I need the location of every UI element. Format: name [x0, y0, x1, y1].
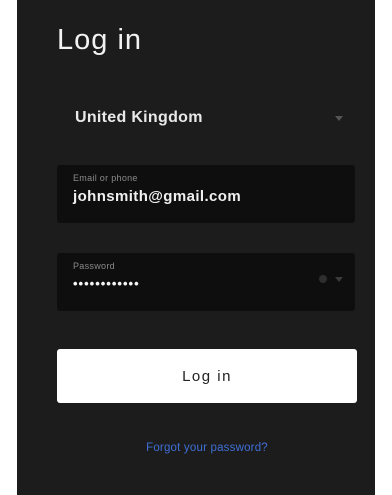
country-select-value: United Kingdom	[75, 109, 203, 126]
eye-icon[interactable]	[319, 275, 327, 283]
password-input[interactable]: ••••••••••••	[73, 276, 339, 291]
chevron-down-icon[interactable]	[335, 276, 343, 282]
email-field-label: Email or phone	[73, 173, 138, 183]
login-panel: Log in United Kingdom Email or phone joh…	[17, 0, 375, 495]
page-title: Log in	[57, 24, 143, 56]
email-input[interactable]: johnsmith@gmail.com	[73, 188, 293, 205]
password-field[interactable]: Password ••••••••••••	[57, 253, 355, 311]
password-field-label: Password	[73, 261, 115, 271]
password-icons	[319, 275, 343, 283]
email-field[interactable]: Email or phone johnsmith@gmail.com	[57, 165, 355, 223]
login-button[interactable]: Log in	[57, 349, 357, 403]
forgot-password-link[interactable]: Forgot your password?	[57, 442, 357, 454]
chevron-down-icon	[335, 115, 343, 121]
country-select[interactable]: United Kingdom	[57, 95, 355, 141]
